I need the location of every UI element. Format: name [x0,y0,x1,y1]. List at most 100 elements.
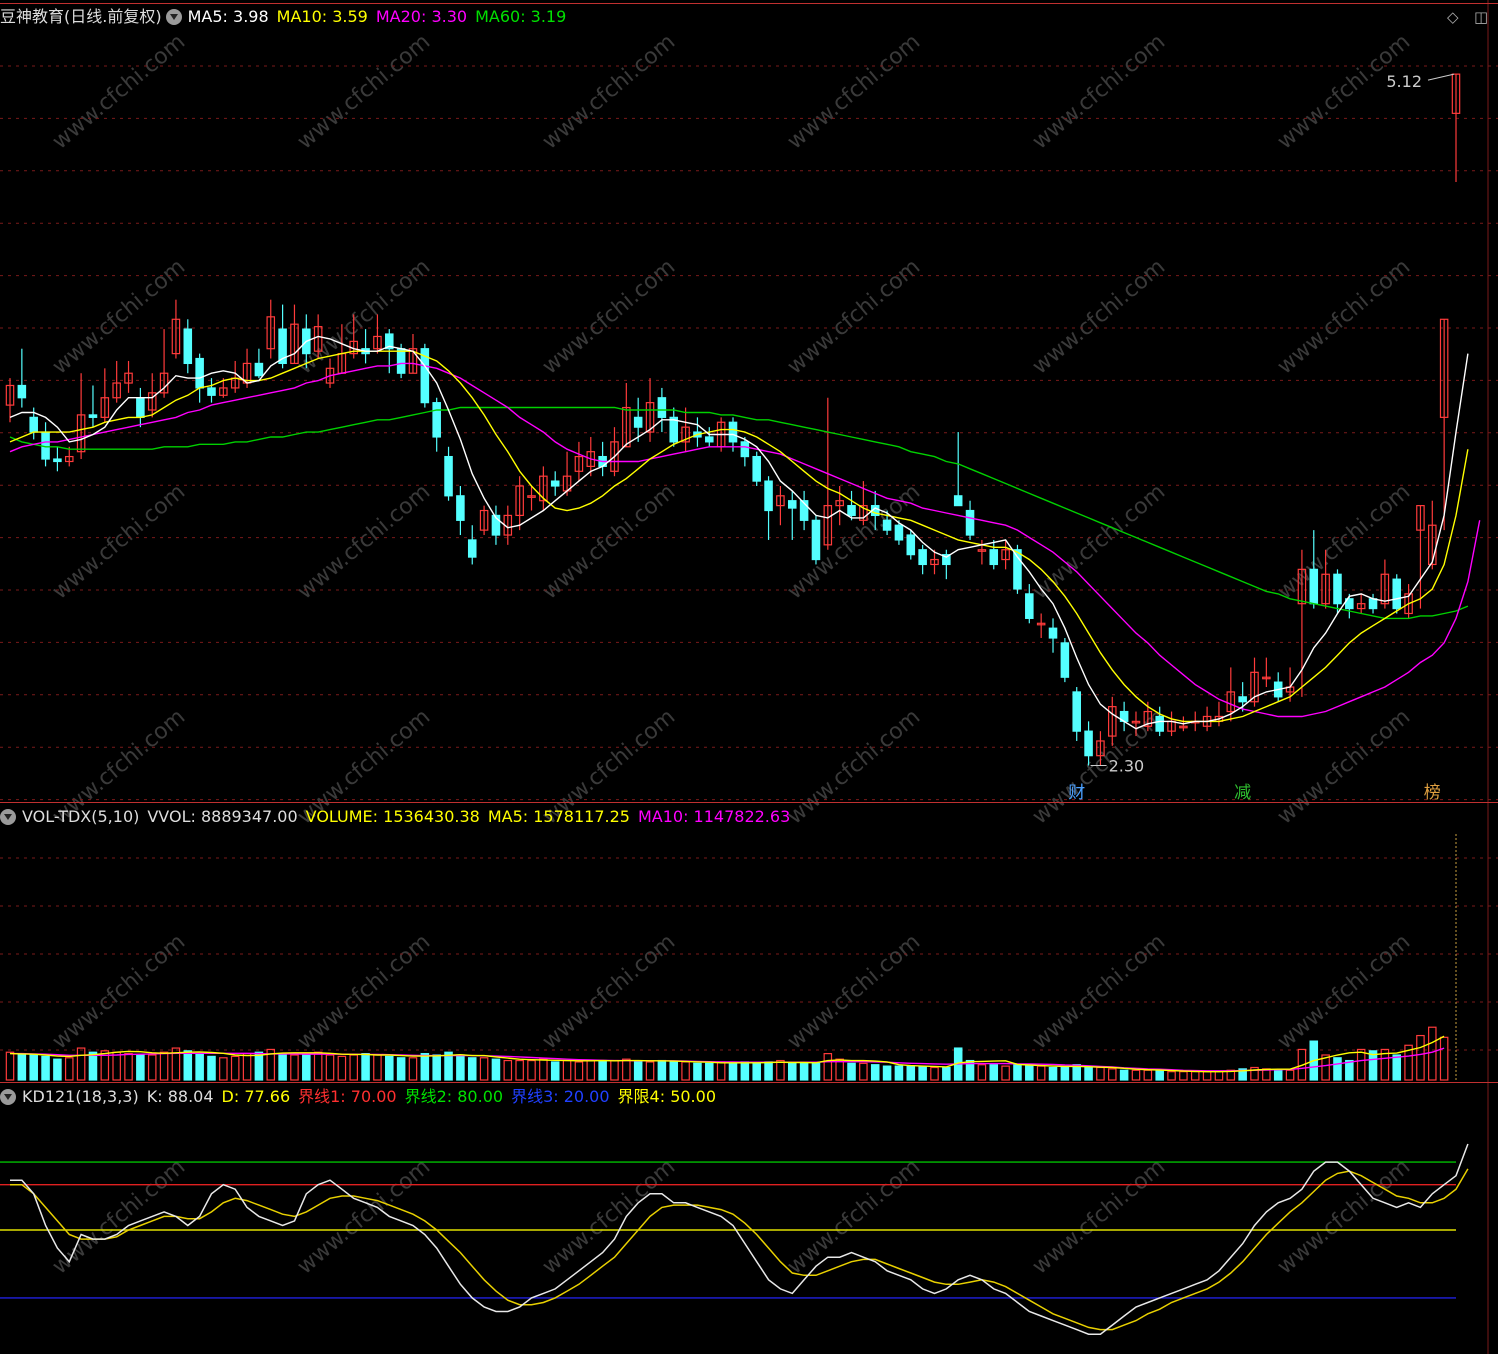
volume-bar-up [1214,1071,1224,1081]
volume-bar-up [776,1059,785,1081]
event-marker: 榜 [1424,783,1441,803]
legend-ma10-label: MA10: 1147822.63 [637,807,791,826]
candle-down [1072,691,1081,732]
candle-down [787,500,797,509]
legend-2-label: 界线2: 80.00 [404,1087,504,1106]
candle-down [207,387,216,396]
price-ma5-line [9,335,1469,730]
legend-4-label: 界限4: 50.00 [617,1087,716,1106]
volume-bar-up [1428,1026,1437,1081]
watermark-text: www.cfchi.com [293,1154,435,1279]
volume-bar-up [1131,1069,1141,1081]
candle-down [1013,549,1022,590]
volume-bar-up [622,1058,631,1081]
dropdown-caret-icon[interactable] [0,809,16,825]
dropdown-caret-icon[interactable] [0,1089,16,1105]
watermark-text: www.cfchi.com [48,29,190,154]
window-icon[interactable]: ◫ [1474,8,1488,26]
volume-bar-up [503,1059,513,1081]
volume-bar-down [207,1055,216,1081]
watermark-text: www.cfchi.com [538,254,680,379]
volume-bar-up [1167,1071,1176,1081]
volume-moving-averages [9,1035,1445,1073]
volume-bar-down [53,1058,62,1081]
volume-bar-up [124,1053,133,1081]
watermark-text: www.cfchi.com [783,929,925,1054]
volume-ma10-line [10,1047,1445,1072]
watermark-text: www.cfchi.com [1273,1154,1415,1279]
candle-down [88,414,98,418]
volume-bar-up [147,1054,157,1081]
volume-ma5-line [9,1035,1445,1073]
candle-down [53,458,62,463]
volume-bar-up [586,1059,596,1081]
legend-ma5-label: MA5: 1578117.25 [487,807,630,826]
legend-ma5-label: MA5: 3.98 [187,7,269,26]
candle-down [1309,568,1319,605]
volume-bar-down [29,1054,38,1081]
diamond-icon[interactable]: ◇ [1447,8,1459,26]
candle-down [918,549,927,566]
volume-bar-up [112,1051,121,1081]
candle-down [17,384,27,399]
max-price-pointer [1427,73,1455,81]
volume-bar-up [349,1054,358,1081]
volume-bar-down [870,1064,880,1081]
volume-bar-down [787,1062,797,1081]
candle-down [1048,627,1058,639]
volume-bar-down [88,1051,98,1081]
dropdown-caret-icon[interactable] [165,9,182,25]
volume-indicator-title[interactable]: VOL-TDX(5,10) [22,807,139,826]
legend-d-label: D: 77.66 [221,1087,291,1106]
watermark-text: www.cfchi.com [783,254,925,379]
volume-legend: VVOL: 8889347.00 VOLUME: 1536430.38 MA5: 1… [147,807,798,826]
volume-bar-down [799,1062,809,1081]
volume-bar-down [1025,1065,1034,1081]
volume-bar-down [1048,1066,1058,1081]
legend-ma20-label: MA20: 3.30 [375,7,468,26]
price-candles [5,73,1461,766]
legend-ma60-label: MA60: 3.19 [475,7,567,26]
stock-title[interactable]: 豆神教育(日线.前复权) [0,7,162,26]
event-marker: 减 [1234,783,1251,803]
volume-bar-up [408,1057,418,1081]
volume-bar-up [230,1055,240,1081]
watermark-text: www.cfchi.com [538,929,680,1054]
volume-bar-down [136,1054,145,1081]
legend-1-label: 界线1: 70.00 [298,1087,397,1106]
volume-bar-down [764,1061,773,1081]
candle-down [764,480,773,512]
candle-down [195,357,204,389]
watermark-text: www.cfchi.com [293,479,435,604]
volume-bar-down [1345,1059,1354,1081]
volume-bar-up [337,1055,347,1081]
kd-legend: K: 88.04 D: 77.66 界线1: 70.00 界线2: 80.00 界线3:… [147,1087,724,1106]
watermark-text: www.cfchi.com [1273,704,1415,829]
watermark-text: www.cfchi.com [1273,254,1415,379]
candle-down [811,519,821,561]
candle-down [1368,598,1378,610]
kd-header: KD121(18,3,3) K: 88.04 D: 77.66 界线1: 70.00 界… [0,1086,732,1108]
volume-bar-up [325,1054,335,1081]
watermark-text: www.cfchi.com [1028,1154,1170,1279]
volume-bar-up [515,1059,524,1081]
watermark-text: www.cfchi.com [48,254,190,379]
candle-down [894,524,904,541]
chart-canvas: www.cfchi.com www.cfchi.com www.cfchi.com w… [0,0,1498,1354]
candle-down [29,416,38,433]
volume-bar-down [17,1053,27,1081]
candle-down [136,397,145,418]
volume-bar-up [1143,1069,1153,1081]
volume-bar-down [728,1062,738,1081]
volume-bar-down [420,1053,430,1081]
volume-bar-down [456,1054,465,1081]
kd-indicator-title[interactable]: KD121(18,3,3) [22,1087,139,1106]
volume-bar-down [657,1059,667,1081]
panel-separator [0,1082,1498,1083]
min-price-label: 2.30 [1109,756,1145,775]
volume-bar-down [1013,1064,1022,1081]
candle-down [965,509,975,536]
candle-down [906,534,916,556]
watermark-text: www.cfchi.com [783,29,925,154]
volume-bar-down [467,1057,477,1081]
